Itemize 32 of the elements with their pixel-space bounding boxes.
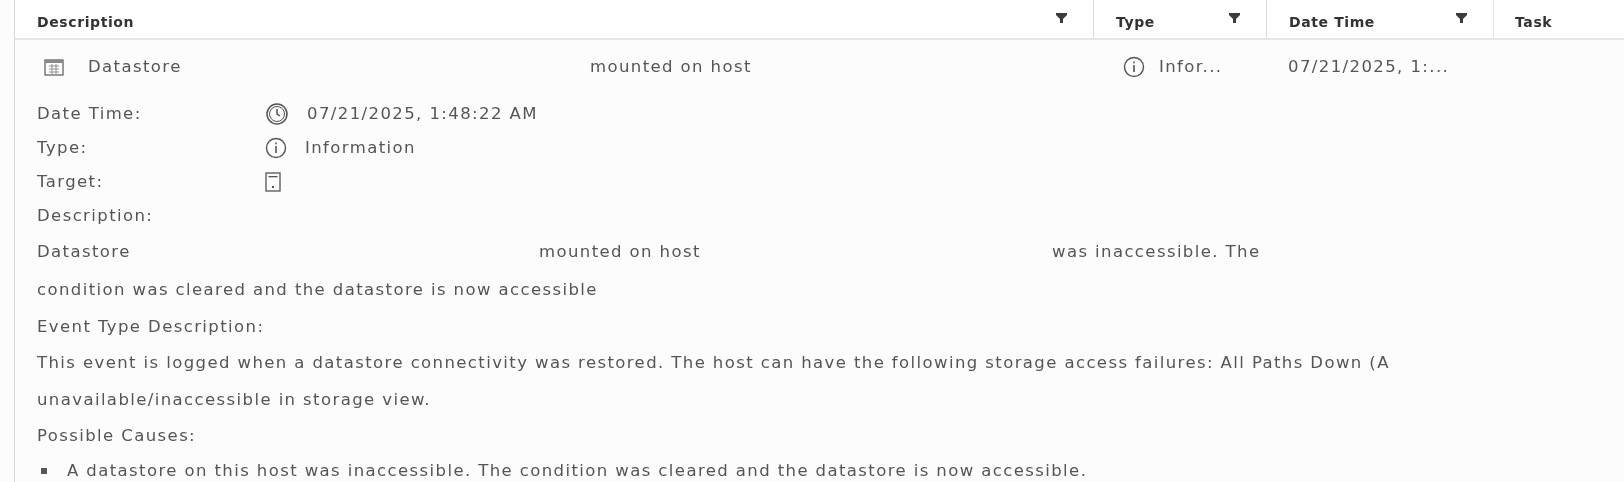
column-header[interactable]: Date Time [1266,0,1493,38]
info-icon [265,137,287,159]
description-text: Datastore [37,240,132,263]
table-cell-text: Datastore [88,55,183,78]
filter-icon[interactable] [1456,13,1467,24]
datastore-icon [265,172,281,192]
field-value: 07/21/2025, 1:48:22 AM [307,102,538,125]
description-text: This event is logged when a datastore connectivity was restored. The host can have the following storage access failures: All Paths Down (A [37,352,1390,375]
column-header[interactable]: Type [1093,0,1266,38]
description-text: mounted on host [539,240,702,263]
cause-text: A datastore on this host was inaccessible. The condition was cleared and the datastore is now accessible. [67,459,1088,482]
calendar-icon [44,58,64,76]
section-label: Possible Causes: [37,425,198,448]
filter-icon[interactable] [1056,13,1067,24]
filter-icon[interactable] [1229,13,1240,24]
info-icon [1123,56,1145,78]
field-label: Type: [37,136,89,159]
clock-icon [265,102,289,126]
field-label: Target: [37,170,105,193]
table-cell-text: Infor... [1159,55,1223,78]
bullet-icon [41,468,47,474]
description-text: was inaccessible. The [1052,240,1261,263]
section-label: Description: [37,204,155,227]
description-text: condition was cleared and the datastore is now accessible [37,278,598,301]
field-value: Information [305,136,416,159]
table-cell-text: mounted on host [590,55,752,78]
field-label: Date Time: [37,102,143,125]
section-label: Event Type Description: [37,315,266,338]
column-header[interactable]: Description [15,0,1093,38]
description-text: unavailable/inaccessible in storage view. [37,389,431,412]
column-header[interactable]: Task [1493,0,1624,38]
table-cell-text: 07/21/2025, 1:... [1287,55,1451,78]
